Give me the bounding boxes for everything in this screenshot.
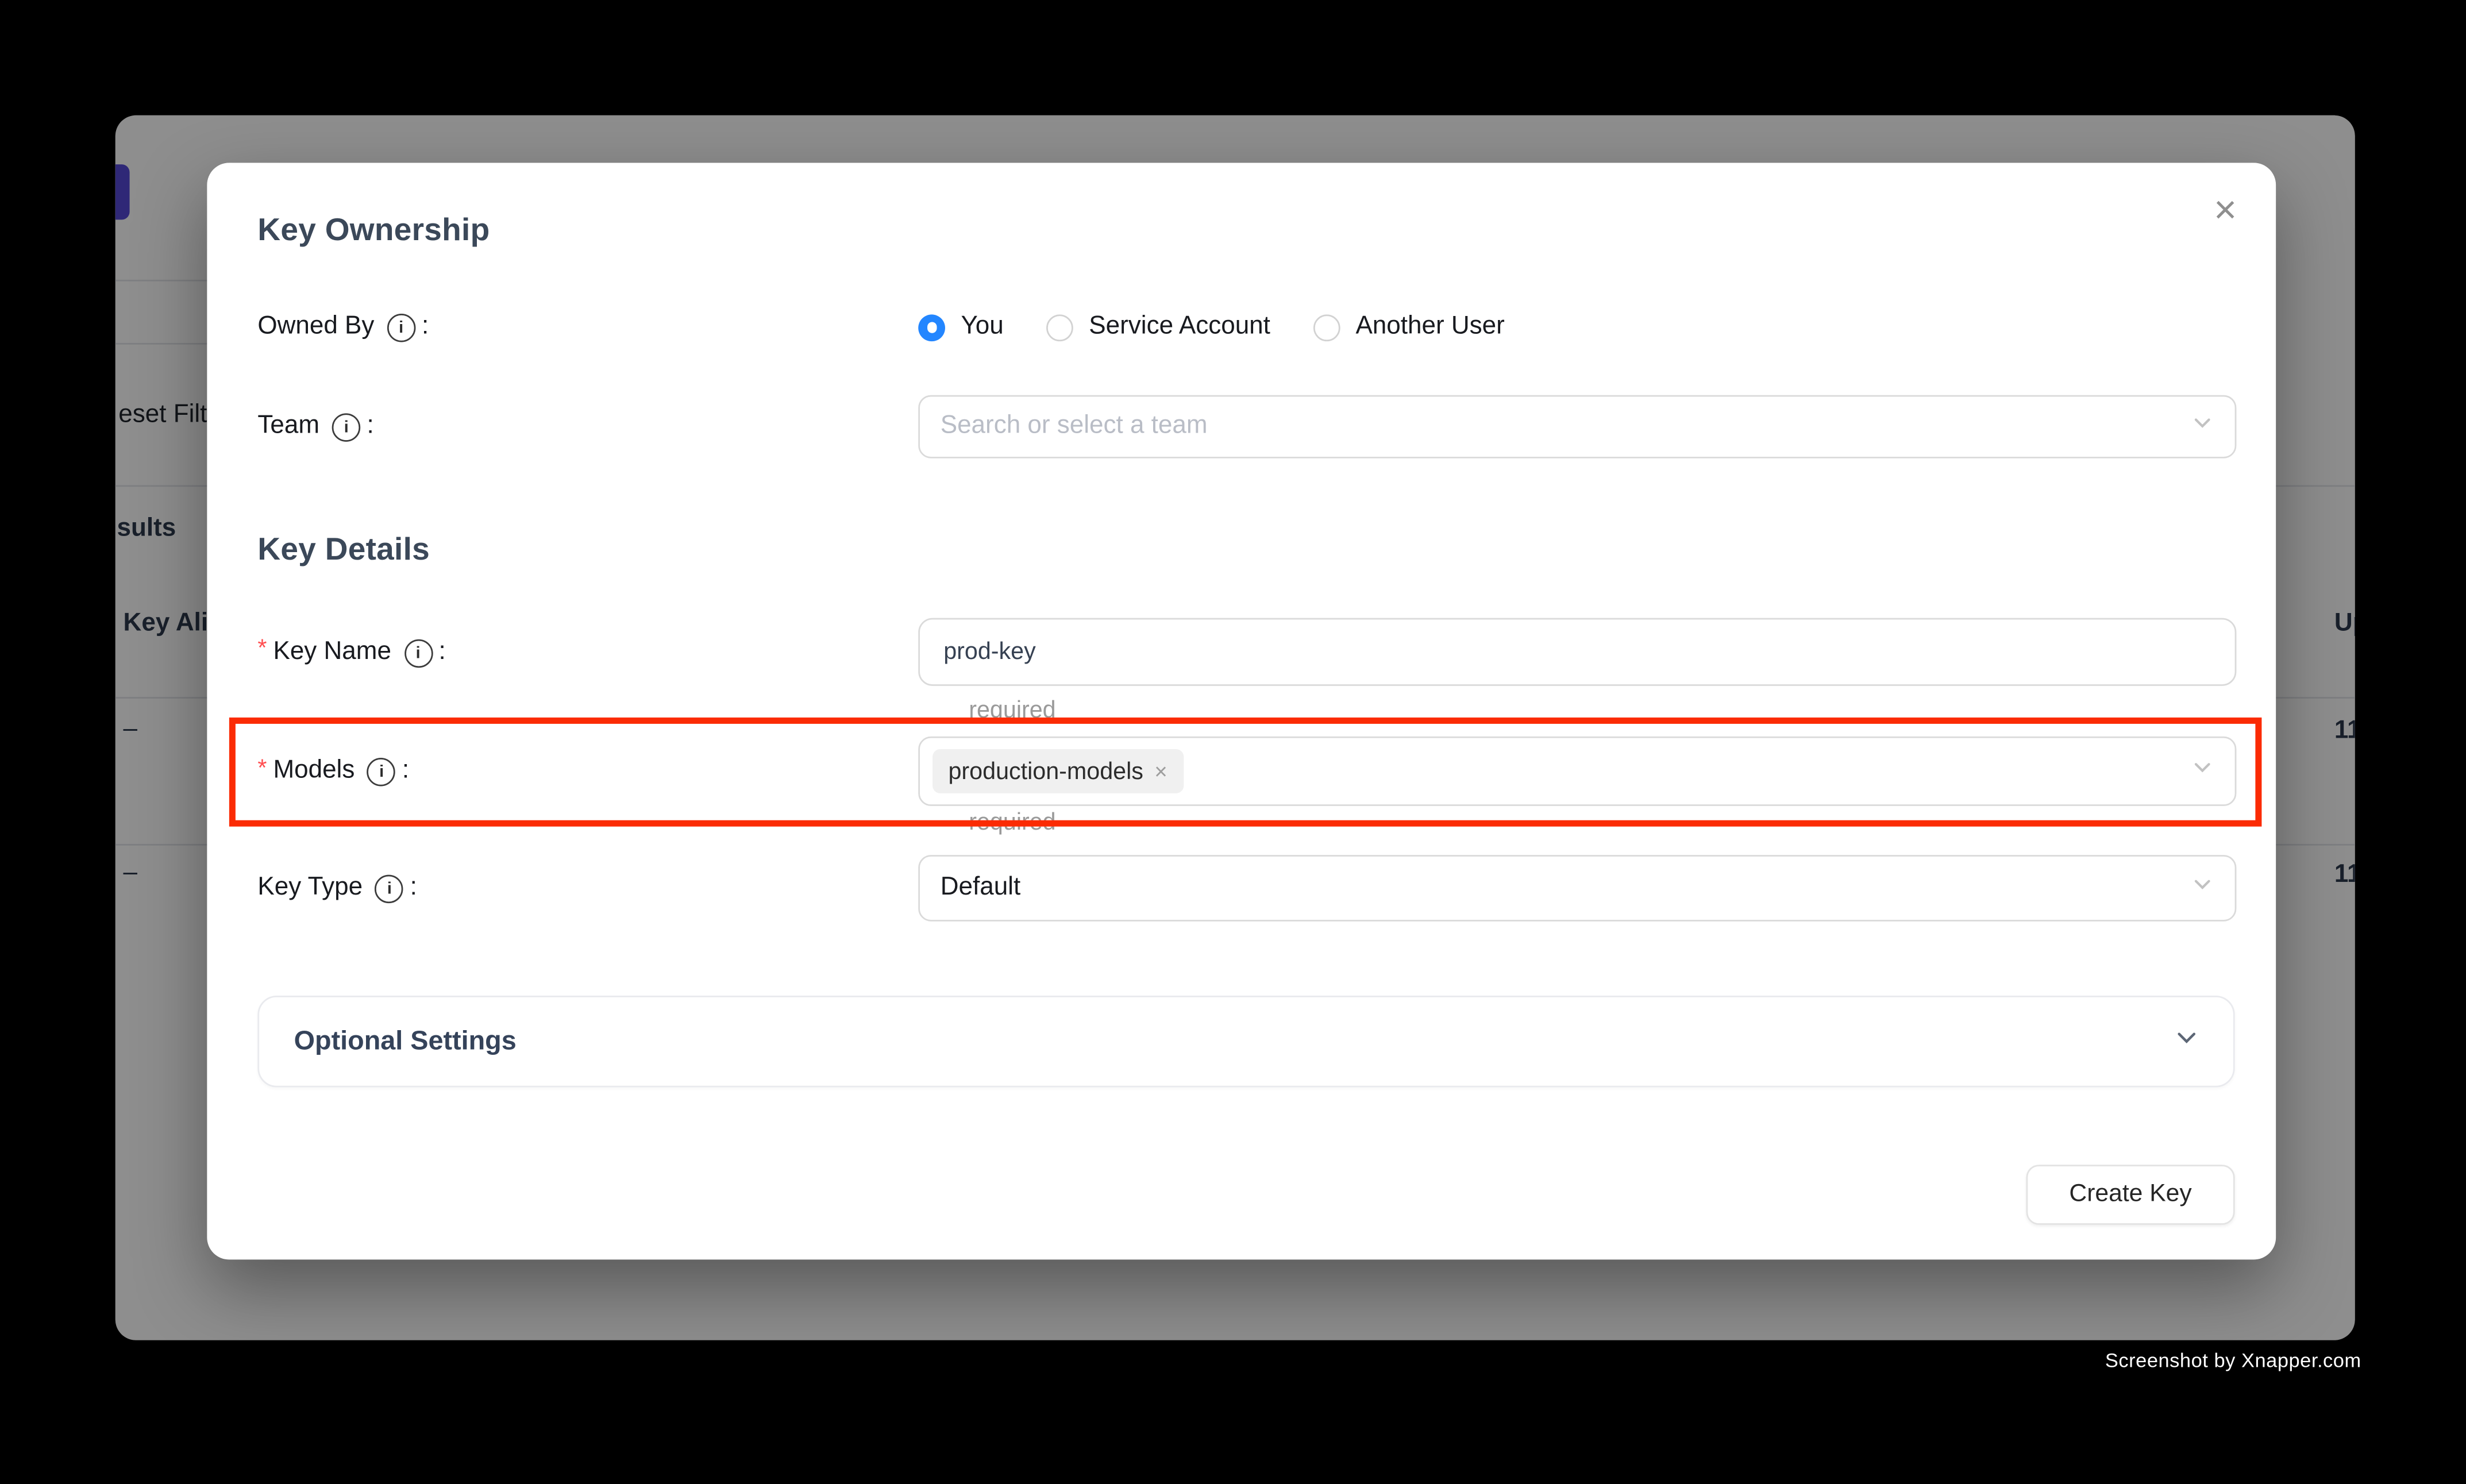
team-select[interactable]: Search or select a team: [918, 395, 2236, 458]
radio-option-service-account[interactable]: Service Account: [1046, 313, 1270, 342]
watermark-text: Screenshot by Xnapper.com: [2105, 1350, 2361, 1372]
key-type-row: Key Type i : Default: [257, 855, 2236, 922]
key-type-select[interactable]: Default: [918, 855, 2236, 922]
key-type-value: Default: [941, 874, 1020, 903]
info-icon[interactable]: i: [387, 314, 415, 342]
section-title-key-ownership: Key Ownership: [257, 213, 490, 249]
owned-by-row: Owned By i : You Service Account: [257, 299, 2236, 356]
close-icon[interactable]: ×: [2203, 188, 2248, 232]
annotation-highlight-rectangle: [229, 718, 2262, 827]
section-title-key-details: Key Details: [257, 533, 430, 569]
key-type-label: Key Type i :: [257, 874, 918, 903]
owned-by-radio-group: You Service Account Another User: [918, 313, 1505, 342]
radio-option-another-user[interactable]: Another User: [1313, 313, 1505, 342]
required-marker: *: [257, 635, 267, 662]
team-row: Team i : Search or select a team: [257, 395, 2236, 458]
info-icon[interactable]: i: [404, 638, 433, 667]
team-label: Team i :: [257, 413, 918, 441]
chevron-down-icon[interactable]: [2175, 1026, 2198, 1057]
info-icon[interactable]: i: [332, 413, 361, 442]
create-key-modal: × Key Ownership Owned By i : You Service…: [207, 163, 2276, 1259]
radio-option-you[interactable]: You: [918, 313, 1004, 342]
optional-settings-panel[interactable]: Optional Settings: [257, 996, 2234, 1088]
chevron-down-icon: [2192, 413, 2213, 441]
owned-by-label: Owned By i :: [257, 313, 918, 342]
screenshot-stage: eset Filt sults Key Alia Up – 11/ – 11/ …: [0, 0, 2466, 1484]
optional-settings-title: Optional Settings: [294, 1026, 517, 1057]
team-select-placeholder: Search or select a team: [941, 413, 1208, 441]
radio-unselected-icon[interactable]: [1313, 314, 1340, 341]
radio-selected-icon[interactable]: [918, 314, 945, 341]
key-name-row: * Key Name i : prod-key: [257, 618, 2236, 686]
key-name-value: prod-key: [943, 638, 1036, 665]
create-key-button[interactable]: Create Key: [2026, 1165, 2235, 1225]
radio-unselected-icon[interactable]: [1046, 314, 1073, 341]
key-name-label: * Key Name i :: [257, 638, 918, 666]
key-name-input[interactable]: prod-key: [918, 618, 2236, 686]
info-icon[interactable]: i: [375, 875, 404, 904]
chevron-down-icon: [2192, 874, 2213, 903]
